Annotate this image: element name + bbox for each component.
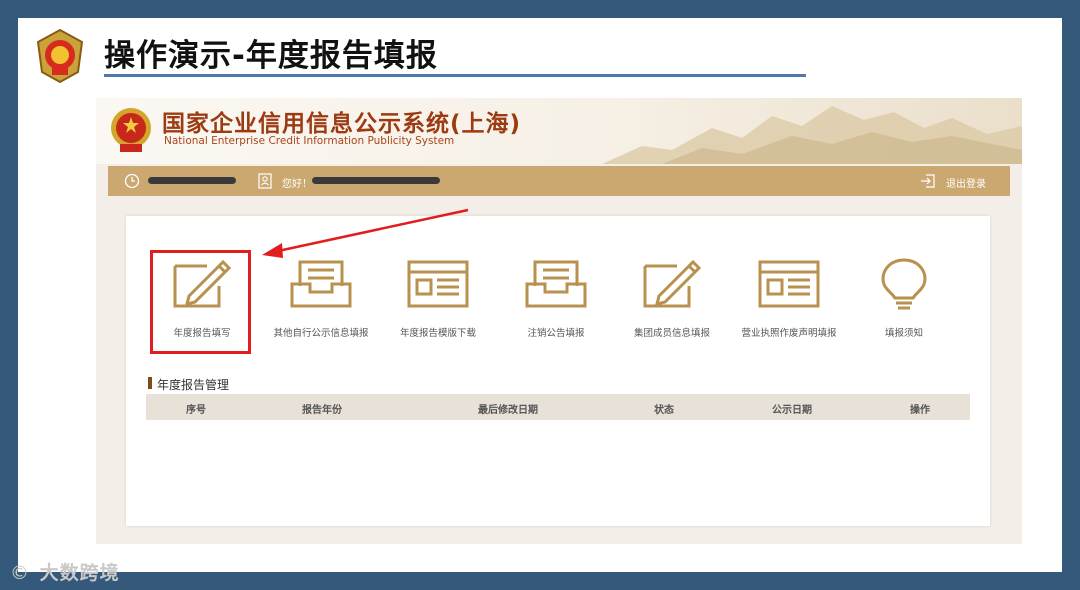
tile-label: 营业执照作废声明填报	[741, 328, 837, 339]
tile-label: 填报须知	[884, 328, 923, 339]
column-header: 状态	[654, 405, 674, 416]
greeting-text: 您好！	[282, 179, 312, 190]
tile-other-disclosure[interactable]: 其他自行公示信息填报	[257, 256, 385, 339]
highlight-box	[150, 250, 251, 354]
inbox-tray-icon	[525, 260, 587, 308]
site-header: 国家企业信用信息公示系统(上海) National Enterprise Cre…	[96, 98, 1022, 164]
redacted-date	[148, 177, 236, 184]
logout-icon[interactable]	[920, 173, 936, 189]
national-emblem-icon	[111, 108, 151, 152]
tile-label: 注销公告填报	[527, 328, 585, 339]
document-form-icon	[407, 260, 469, 308]
tile-label: 其他自行公示信息填报	[273, 328, 369, 339]
court-seal-icon	[36, 28, 84, 84]
watermark-logo-icon: ©	[10, 562, 30, 584]
watermark: © 大数跨境	[10, 558, 120, 585]
section-title: 年度报告管理	[148, 376, 229, 393]
tile-filing-instructions[interactable]: 填报须知	[840, 256, 968, 339]
tile-label: 年度报告模版下载	[399, 328, 476, 339]
logout-link[interactable]: 退出登录	[946, 175, 986, 190]
tile-label: 集团成员信息填报	[633, 328, 710, 339]
mountain-painting	[602, 106, 1022, 164]
report-panel: 年度报告填写 其他自行公示信息填报 年度报告模版下载 注销公告填报 集团成员信息…	[126, 216, 990, 526]
clock-icon	[124, 173, 140, 189]
watermark-text: 大数跨境	[39, 562, 120, 584]
column-header: 最后修改日期	[478, 405, 538, 416]
website-screenshot: 国家企业信用信息公示系统(上海) National Enterprise Cre…	[96, 98, 1022, 544]
edit-pencil-icon	[643, 259, 702, 308]
column-header: 公示日期	[772, 405, 812, 416]
tile-group-member-info[interactable]: 集团成员信息填报	[608, 256, 736, 339]
column-header: 操作	[910, 405, 930, 416]
slide: 操作演示-年度报告填报 国家企业信用信息公示系统(上海) National En…	[18, 18, 1062, 572]
site-title: 国家企业信用信息公示系统(上海)	[162, 111, 522, 137]
site-subtitle: National Enterprise Credit Information P…	[164, 135, 455, 147]
lightbulb-icon	[881, 258, 927, 310]
inbox-tray-icon	[290, 260, 352, 308]
document-form-icon	[758, 260, 820, 308]
table-header: 序号 报告年份 最后修改日期 状态 公示日期 操作	[146, 394, 970, 420]
user-toolbar: 您好！ 退出登录	[108, 166, 1010, 196]
redacted-company-name	[312, 177, 440, 184]
column-header: 报告年份	[302, 405, 342, 416]
tile-license-void-statement[interactable]: 营业执照作废声明填报	[725, 256, 853, 339]
tile-template-download[interactable]: 年度报告模版下载	[374, 256, 502, 339]
title-divider	[104, 74, 806, 77]
slide-title: 操作演示-年度报告填报	[104, 38, 438, 74]
user-id-icon	[258, 173, 272, 189]
column-header: 序号	[186, 405, 206, 416]
tile-cancellation-notice[interactable]: 注销公告填报	[492, 256, 620, 339]
